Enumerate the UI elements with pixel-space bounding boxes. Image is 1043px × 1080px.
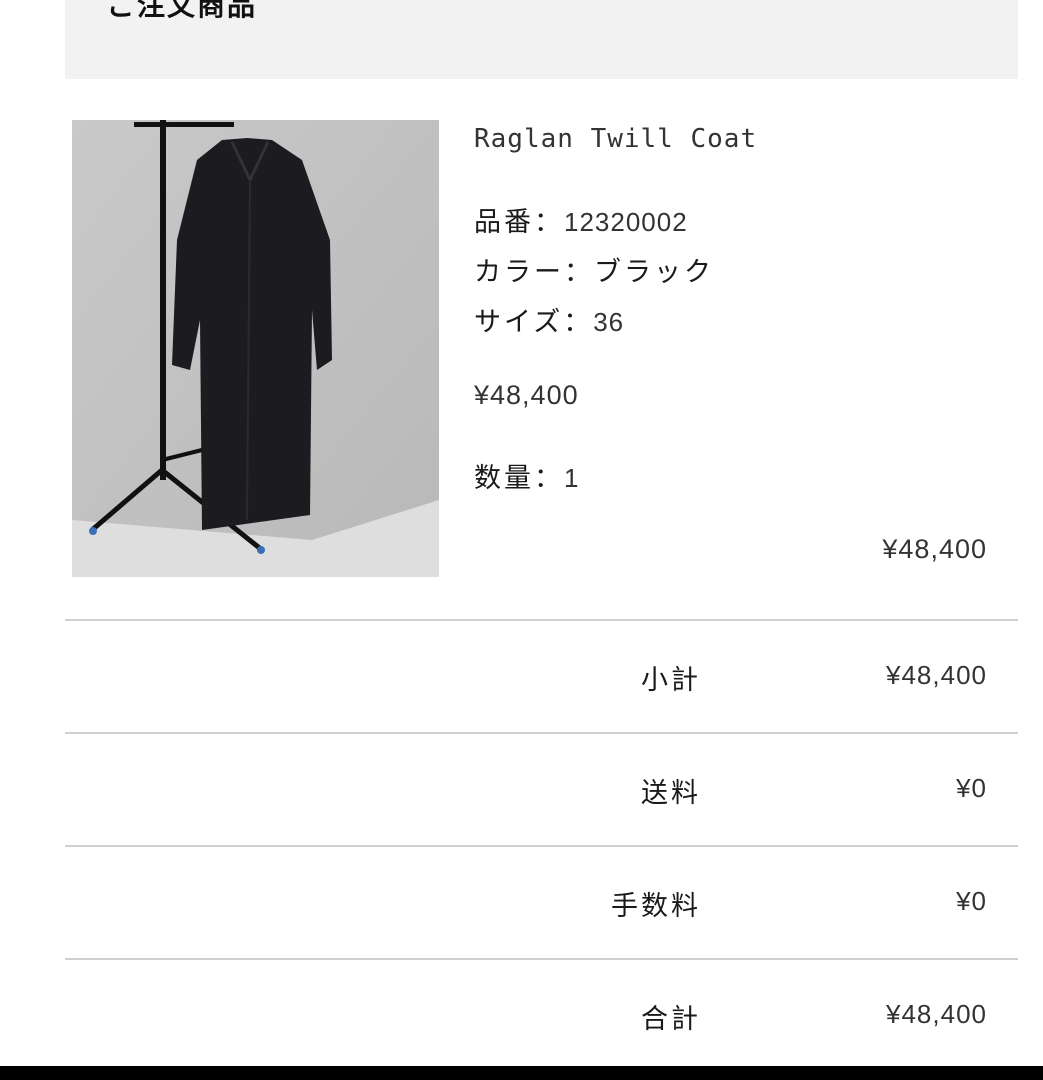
total-value: ¥48,400 <box>886 999 987 1029</box>
subtotal-value: ¥48,400 <box>886 660 987 690</box>
page-title: ご注文商品 <box>107 0 258 22</box>
divider <box>65 845 1018 847</box>
color-value: ブラック <box>594 257 714 288</box>
divider <box>65 732 1018 734</box>
divider <box>65 958 1018 960</box>
line-total: ¥48,400 <box>882 534 987 564</box>
size-value: 36 <box>593 307 625 337</box>
bottom-bar <box>0 1066 1043 1080</box>
color-label: カラー： <box>474 257 594 288</box>
fee-value: ¥0 <box>956 886 987 916</box>
sku-value: 12320002 <box>564 207 688 237</box>
color-row: カラー：ブラック <box>474 250 714 289</box>
size-label: サイズ： <box>474 307 594 338</box>
order-items-header: ご注文商品 <box>65 0 1018 79</box>
quantity-row: 数量：1 <box>474 456 579 495</box>
total-label: 合計 <box>641 1004 701 1035</box>
size-row: サイズ：36 <box>474 300 624 339</box>
sku-row: 品番：12320002 <box>474 200 688 239</box>
fee-label: 手数料 <box>611 891 701 922</box>
product-name[interactable]: Raglan Twill Coat <box>474 124 757 154</box>
shipping-label: 送料 <box>641 778 701 809</box>
unit-price: ¥48,400 <box>474 380 579 410</box>
divider <box>65 619 1018 621</box>
subtotal-label: 小計 <box>641 665 701 696</box>
shipping-value: ¥0 <box>956 773 987 803</box>
product-image[interactable] <box>72 120 439 577</box>
quantity-value: 1 <box>564 463 580 493</box>
coat-photo <box>72 120 439 577</box>
quantity-label: 数量： <box>474 463 564 494</box>
sku-label: 品番： <box>474 207 564 238</box>
